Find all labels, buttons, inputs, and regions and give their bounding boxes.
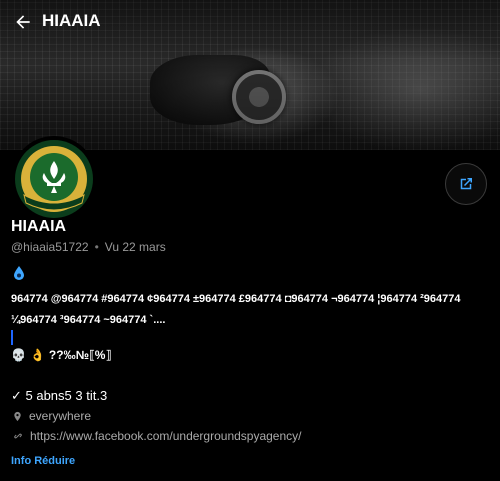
share-button[interactable] <box>445 163 487 205</box>
location: everywhere <box>12 409 91 423</box>
ok-hand-icon: 👌 <box>29 348 45 362</box>
top-bar: HIAAIA <box>0 0 500 44</box>
location-text: everywhere <box>29 409 92 423</box>
website-url: https://www.facebook.com/undergroundspya… <box>30 429 302 443</box>
meta-separator: • <box>94 240 99 254</box>
share-icon <box>460 178 472 190</box>
channel-name: HIAAIA <box>11 218 67 235</box>
bio-divider <box>11 330 13 345</box>
website-link[interactable]: https://www.facebook.com/undergroundspya… <box>12 429 302 443</box>
skull-icon: 💀 <box>11 348 26 362</box>
last-seen: Vu 22 mars <box>104 240 166 254</box>
page-title: HIAAIA <box>42 11 101 30</box>
stats-line: ✓ 5 abns5 3 tit.3 <box>11 388 108 403</box>
avatar-emblem <box>15 140 93 218</box>
back-button[interactable] <box>10 9 36 35</box>
channel-meta: @hiaaia51722 • Vu 22 mars <box>11 240 166 254</box>
info-collapse-toggle[interactable]: Info Réduire <box>11 455 75 467</box>
bio-emoji-text: ??‰№⟦%⟧ <box>48 348 112 362</box>
bio-text: 964774 @964774 #964774 ¢964774 ±964774 £… <box>11 293 464 326</box>
avatar[interactable] <box>11 136 97 222</box>
arrow-left-icon <box>16 15 30 29</box>
link-icon <box>14 433 22 439</box>
channel-handle: @hiaaia51722 <box>11 240 89 254</box>
location-pin-icon <box>14 411 21 421</box>
drop-icon <box>14 266 24 280</box>
bio-emoji-line: 💀 👌 ??‰№⟦%⟧ <box>11 348 111 362</box>
